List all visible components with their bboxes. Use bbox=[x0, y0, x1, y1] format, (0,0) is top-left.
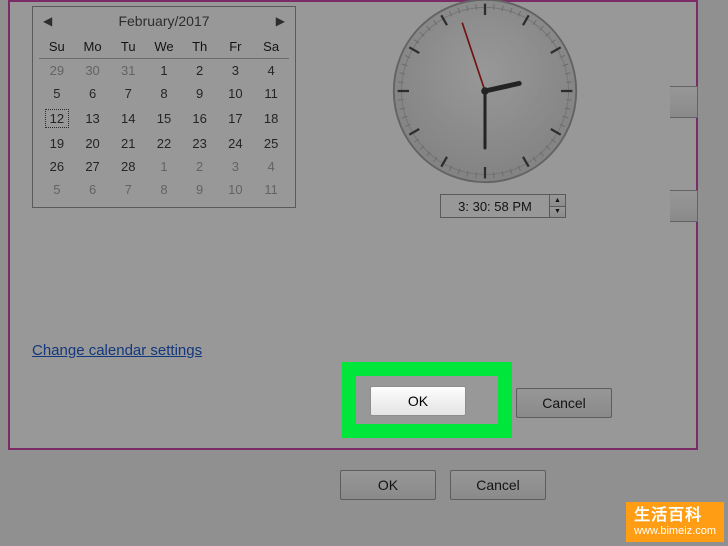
time-input[interactable] bbox=[440, 194, 550, 218]
calendar-day[interactable]: 11 bbox=[253, 82, 289, 105]
calendar-day[interactable]: 9 bbox=[182, 178, 218, 201]
partial-button-1[interactable] bbox=[670, 86, 698, 118]
analog-clock bbox=[390, 0, 580, 186]
calendar-dow: We bbox=[146, 35, 182, 59]
change-calendar-settings-link[interactable]: Change calendar settings bbox=[32, 342, 202, 359]
outer-cancel-button[interactable]: Cancel bbox=[450, 470, 546, 500]
calendar-day[interactable]: 29 bbox=[39, 59, 75, 83]
calendar-day[interactable]: 4 bbox=[253, 59, 289, 83]
prev-month-button[interactable]: ◀ bbox=[43, 14, 52, 28]
outer-button-row: OK Cancel bbox=[0, 470, 728, 500]
calendar-day[interactable]: 31 bbox=[110, 59, 146, 83]
calendar-day[interactable]: 28 bbox=[110, 155, 146, 178]
calendar-day[interactable]: 12 bbox=[39, 105, 75, 132]
calendar-day[interactable]: 23 bbox=[182, 132, 218, 155]
time-spin-up[interactable]: ▲ bbox=[550, 195, 565, 207]
calendar-day[interactable]: 4 bbox=[253, 155, 289, 178]
calendar-header: ◀ February/2017 ▶ bbox=[39, 11, 289, 35]
watermark: 生活百科 www.bimeiz.com bbox=[626, 502, 724, 542]
calendar-day[interactable]: 6 bbox=[75, 178, 111, 201]
calendar-dow: Sa bbox=[253, 35, 289, 59]
calendar-dow: Su bbox=[39, 35, 75, 59]
calendar-day[interactable]: 17 bbox=[218, 105, 254, 132]
calendar-day[interactable]: 10 bbox=[218, 178, 254, 201]
watermark-title: 生活百科 bbox=[634, 506, 702, 525]
calendar-dow: Tu bbox=[110, 35, 146, 59]
calendar-day[interactable]: 13 bbox=[75, 105, 111, 132]
calendar-day[interactable]: 11 bbox=[253, 178, 289, 201]
calendar-day[interactable]: 16 bbox=[182, 105, 218, 132]
calendar-grid: SuMoTuWeThFrSa 2930311234567891011121314… bbox=[39, 35, 289, 201]
calendar-day[interactable]: 26 bbox=[39, 155, 75, 178]
partial-button-2[interactable] bbox=[670, 190, 698, 222]
calendar-day[interactable]: 2 bbox=[182, 59, 218, 83]
calendar-day[interactable]: 15 bbox=[146, 105, 182, 132]
calendar-day[interactable]: 24 bbox=[218, 132, 254, 155]
calendar-day[interactable]: 6 bbox=[75, 82, 111, 105]
calendar-day[interactable]: 8 bbox=[146, 82, 182, 105]
calendar-day[interactable]: 22 bbox=[146, 132, 182, 155]
calendar-day[interactable]: 21 bbox=[110, 132, 146, 155]
calendar-day[interactable]: 19 bbox=[39, 132, 75, 155]
calendar-day[interactable]: 7 bbox=[110, 82, 146, 105]
calendar-day[interactable]: 7 bbox=[110, 178, 146, 201]
calendar-day[interactable]: 5 bbox=[39, 178, 75, 201]
cancel-button[interactable]: Cancel bbox=[516, 388, 612, 418]
calendar-dow: Mo bbox=[75, 35, 111, 59]
calendar-day[interactable]: 25 bbox=[253, 132, 289, 155]
calendar-day[interactable]: 10 bbox=[218, 82, 254, 105]
calendar-day[interactable]: 14 bbox=[110, 105, 146, 132]
calendar-day[interactable]: 27 bbox=[75, 155, 111, 178]
calendar-day[interactable]: 3 bbox=[218, 155, 254, 178]
calendar-title: February/2017 bbox=[118, 13, 209, 29]
date-time-dialog: ◀ February/2017 ▶ SuMoTuWeThFrSa 2930311… bbox=[8, 0, 698, 450]
next-month-button[interactable]: ▶ bbox=[276, 14, 285, 28]
watermark-url: www.bimeiz.com bbox=[634, 525, 716, 538]
time-spinner: ▲ ▼ bbox=[550, 194, 566, 218]
calendar-dow: Th bbox=[182, 35, 218, 59]
calendar-day[interactable]: 3 bbox=[218, 59, 254, 83]
time-field-group: ▲ ▼ bbox=[440, 194, 566, 218]
calendar-day[interactable]: 1 bbox=[146, 59, 182, 83]
calendar-day[interactable]: 9 bbox=[182, 82, 218, 105]
calendar-day[interactable]: 20 bbox=[75, 132, 111, 155]
calendar-widget: ◀ February/2017 ▶ SuMoTuWeThFrSa 2930311… bbox=[32, 6, 296, 208]
calendar-day[interactable]: 5 bbox=[39, 82, 75, 105]
calendar-day[interactable]: 8 bbox=[146, 178, 182, 201]
time-spin-down[interactable]: ▼ bbox=[550, 207, 565, 218]
calendar-day[interactable]: 2 bbox=[182, 155, 218, 178]
outer-ok-button[interactable]: OK bbox=[340, 470, 436, 500]
ok-button[interactable]: OK bbox=[370, 386, 466, 416]
calendar-day[interactable]: 1 bbox=[146, 155, 182, 178]
calendar-day[interactable]: 18 bbox=[253, 105, 289, 132]
calendar-dow: Fr bbox=[218, 35, 254, 59]
calendar-day[interactable]: 30 bbox=[75, 59, 111, 83]
